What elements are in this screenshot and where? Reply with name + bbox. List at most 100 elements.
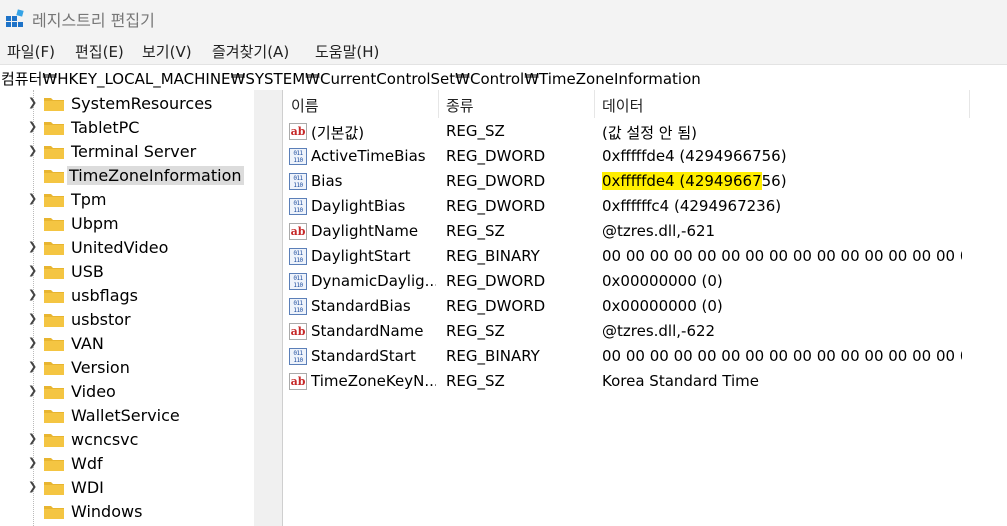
chevron-right-icon[interactable]: ❯ [28, 360, 37, 373]
folder-icon [44, 434, 64, 447]
value-type: REG_BINARY [446, 247, 540, 265]
tree-item-label: UnitedVideo [71, 238, 169, 257]
value-row[interactable]: ab TimeZoneKeyN... REG_SZ Korea Standard Ti… [283, 369, 1007, 394]
value-row[interactable]: 011 110 StandardBias REG_DWORD 0x00000000 (0… [283, 294, 1007, 319]
folder-icon [44, 290, 64, 303]
tree-item[interactable]: ❯ USB [0, 260, 254, 284]
chevron-right-icon[interactable]: ❯ [28, 312, 37, 325]
chevron-right-icon[interactable]: ❯ [28, 120, 37, 133]
menu-help[interactable]: 도움말(H) [315, 41, 379, 62]
value-data: 0xfffffde4 (4294966756) [602, 147, 787, 165]
column-header-data-label: 데이터 [602, 97, 644, 115]
highlighted-text: 0xfffffde4 (42949667 [602, 172, 762, 190]
column-header-data[interactable]: 데이터 [594, 90, 969, 118]
tree-item-label: SystemResources [71, 94, 213, 113]
column-header-type-label: 종류 [446, 97, 474, 115]
tree-item[interactable]: ❯ VAN [0, 332, 254, 356]
address-bar[interactable]: 컴퓨터₩HKEY_LOCAL_MACHINE₩SYSTEM₩CurrentCon… [0, 64, 1007, 91]
tree-item[interactable]: ❯ usbflags [0, 284, 254, 308]
folder-icon [44, 386, 64, 399]
tree-item-label: TimeZoneInformation [67, 166, 244, 185]
value-row[interactable]: ab StandardName REG_SZ @tzres.dll,-622 [283, 319, 1007, 344]
chevron-right-icon[interactable]: ❯ [28, 264, 37, 277]
value-row[interactable]: 011 110 DaylightBias REG_DWORD 0xffffffc4 (4… [283, 194, 1007, 219]
chevron-right-icon[interactable]: ❯ [28, 456, 37, 469]
tree-item-label: WalletService [71, 406, 180, 425]
value-data: 0x00000000 (0) [602, 272, 723, 290]
value-data: (값 설정 안 됨) [602, 124, 698, 142]
tree-item[interactable]: Ubpm [0, 212, 254, 236]
string-value-icon: ab [289, 323, 307, 340]
value-row[interactable]: 011 110 StandardStart REG_BINARY 00 00 00 00… [283, 344, 1007, 369]
binary-value-icon: 011 110 [289, 198, 307, 215]
chevron-right-icon[interactable]: ❯ [28, 192, 37, 205]
chevron-right-icon[interactable]: ❯ [28, 144, 37, 157]
tree-item-label: Tpm [71, 190, 107, 209]
address-path[interactable]: 컴퓨터₩HKEY_LOCAL_MACHINE₩SYSTEM₩CurrentCon… [1, 68, 701, 89]
tree-item[interactable]: ❯ usbstor [0, 308, 254, 332]
tree-item-label: Version [71, 358, 130, 377]
column-header-type[interactable]: 종류 [438, 90, 594, 118]
value-type: REG_DWORD [446, 272, 546, 290]
chevron-right-icon[interactable]: ❯ [28, 96, 37, 109]
values-list-pane[interactable]: 이름 종류 데이터 ab (기본값) REG_SZ (값 설정 안 됨) 011 110 A… [283, 90, 1007, 526]
folder-icon [44, 506, 64, 519]
value-name: StandardStart [311, 347, 416, 365]
value-row[interactable]: 011 110 DynamicDaylig... REG_DWORD 0x0000000… [283, 269, 1007, 294]
menu-bar: 파일(F) 편집(E) 보기(V) 즐겨찾기(A) 도움말(H) [0, 36, 1007, 64]
value-row[interactable]: 011 110 ActiveTimeBias REG_DWORD 0xfffffde4 … [283, 144, 1007, 169]
column-header-name-label: 이름 [291, 97, 319, 115]
column-divider[interactable] [969, 90, 970, 118]
value-name: DaylightStart [311, 247, 411, 265]
chevron-right-icon[interactable]: ❯ [28, 480, 37, 493]
tree-item[interactable]: ❯ UnitedVideo [0, 236, 254, 260]
menu-edit[interactable]: 편집(E) [75, 41, 124, 62]
folder-icon [44, 242, 64, 255]
binary-value-icon: 011 110 [289, 298, 307, 315]
pane-splitter[interactable] [254, 90, 283, 526]
value-name: DynamicDaylig... [311, 272, 436, 290]
value-type: REG_SZ [446, 322, 505, 340]
value-row[interactable]: ab DaylightName REG_SZ @tzres.dll,-621 [283, 219, 1007, 244]
binary-value-icon: 011 110 [289, 173, 307, 190]
column-header-name[interactable]: 이름 [283, 90, 438, 118]
tree-item[interactable]: ❯ Version [0, 356, 254, 380]
tree-item[interactable]: WalletService [0, 404, 254, 428]
value-row[interactable]: ab (기본값) REG_SZ (값 설정 안 됨) [283, 119, 1007, 144]
tree-item[interactable]: ❯ SystemResources [0, 92, 254, 116]
chevron-right-icon[interactable]: ❯ [28, 240, 37, 253]
binary-value-icon: 011 110 [289, 148, 307, 165]
menu-favorites[interactable]: 즐겨찾기(A) [212, 41, 289, 62]
key-tree-pane[interactable]: ❯ SystemResources ❯ TabletPC ❯ Terminal Serve… [0, 90, 254, 526]
tree-item[interactable]: TimeZoneInformation [0, 164, 254, 188]
tree-item[interactable]: ❯ Wdf [0, 452, 254, 476]
value-name: TimeZoneKeyN... [311, 372, 436, 390]
tree-item[interactable]: Windows [0, 500, 254, 524]
chevron-right-icon[interactable]: ❯ [28, 288, 37, 301]
tree-item[interactable]: ❯ Tpm [0, 188, 254, 212]
tree-item[interactable]: ❯ wcncsvc [0, 428, 254, 452]
chevron-right-icon[interactable]: ❯ [28, 336, 37, 349]
value-type: REG_SZ [446, 122, 505, 140]
tree-item-label: wcncsvc [71, 430, 139, 449]
value-data: @tzres.dll,-621 [602, 222, 716, 240]
string-value-icon: ab [289, 123, 307, 140]
tree-item[interactable]: ❯ Terminal Server [0, 140, 254, 164]
menu-file[interactable]: 파일(F) [7, 41, 55, 62]
tree-item[interactable]: ❯ WDI [0, 476, 254, 500]
chevron-right-icon[interactable]: ❯ [28, 432, 37, 445]
folder-icon [44, 218, 64, 231]
chevron-right-icon[interactable]: ❯ [28, 384, 37, 397]
value-type: REG_DWORD [446, 297, 546, 315]
value-row[interactable]: 011 110 Bias REG_DWORD 0xfffffde4 (429496675… [283, 169, 1007, 194]
window-title: 레지스트리 편집기 [32, 11, 155, 30]
menu-view[interactable]: 보기(V) [142, 41, 192, 62]
value-row[interactable]: 011 110 DaylightStart REG_BINARY 00 00 00 00… [283, 244, 1007, 269]
binary-value-icon: 011 110 [289, 248, 307, 265]
value-name: StandardName [311, 322, 424, 340]
folder-icon [44, 362, 64, 375]
tree-item[interactable]: ❯ TabletPC [0, 116, 254, 140]
value-data: 0xfffffde4 (4294966756) [602, 172, 962, 190]
value-data-rest: 56) [761, 172, 787, 190]
tree-item[interactable]: ❯ Video [0, 380, 254, 404]
